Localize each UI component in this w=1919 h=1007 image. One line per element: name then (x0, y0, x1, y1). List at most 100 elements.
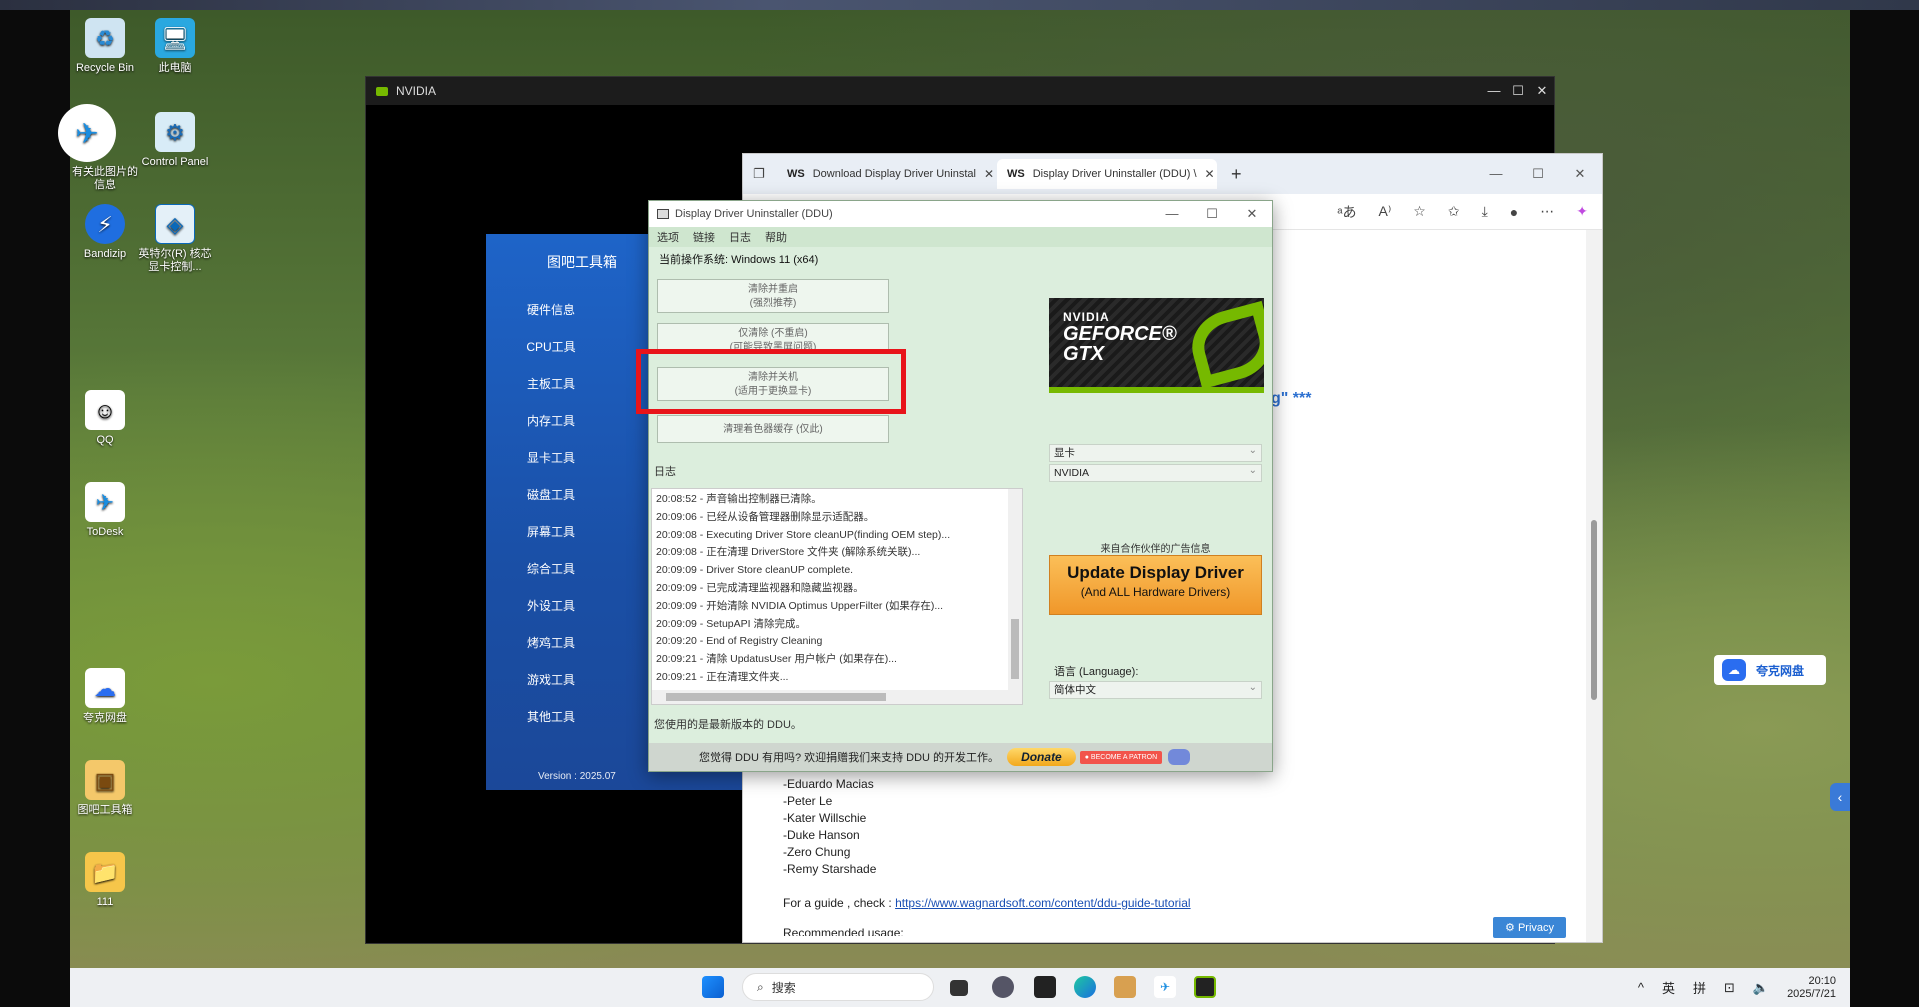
menu-links[interactable]: 链接 (693, 229, 715, 245)
more-menu-icon[interactable]: ⋯ (1540, 203, 1554, 220)
desktop-icon-recycle-bin[interactable]: ♻ Recycle Bin (67, 18, 143, 75)
tuba-menu-item[interactable]: 其他工具 (486, 699, 616, 736)
new-tab-icon[interactable]: + (1231, 164, 1242, 185)
translate-icon[interactable]: ᵃあ (1337, 202, 1356, 222)
edge-tab-strip: ❐ WS Download Display Driver Uninstal ✕ … (743, 154, 1602, 194)
credit-name: -Zero Chung (783, 845, 851, 859)
device-type-select[interactable]: 显卡 (1049, 443, 1262, 462)
clock[interactable]: 20:10 2025/7/21 (1787, 975, 1836, 1001)
log-line: 20:09:21 - 正在清理文件夹... (656, 670, 789, 683)
cloud-icon: ☁ (85, 668, 125, 708)
favorites-icon[interactable]: ✩ (1448, 203, 1460, 220)
scroll-thumb[interactable] (1011, 619, 1019, 679)
volume-icon[interactable]: 🔈 (1753, 980, 1769, 996)
patreon-button[interactable]: ● BECOME A PATRON (1079, 750, 1163, 764)
todesk-icon[interactable]: ✈ (1154, 976, 1176, 998)
maximize-icon[interactable]: ☐ (1526, 166, 1550, 182)
start-button-icon[interactable] (702, 976, 724, 998)
desktop-icon-control-panel[interactable]: ⚙ Control Panel (137, 112, 213, 169)
desktop-icon-image-info[interactable]: ✈ 有关此图片的信息 (58, 104, 143, 192)
close-tab-icon[interactable]: ✕ (1205, 167, 1215, 181)
search-icon: ⌕ (757, 979, 764, 994)
tuba-menu-item[interactable]: 主板工具 (486, 366, 616, 403)
settings-gear-icon[interactable] (992, 976, 1014, 998)
toolbox-icon[interactable] (1114, 976, 1136, 998)
privacy-button[interactable]: ⚙ Privacy (1493, 917, 1566, 938)
ime-english-indicator[interactable]: 英 (1662, 978, 1675, 997)
ddu-footer: 您觉得 DDU 有用吗? 欢迎捐赠我们来支持 DDU 的开发工作。 Donate… (649, 743, 1272, 771)
downloads-icon[interactable]: ⤓ (1482, 203, 1488, 220)
ime-pinyin-indicator[interactable]: 拼 (1693, 978, 1706, 997)
close-icon[interactable]: ✕ (1568, 166, 1592, 182)
monitor-icon: 🖥 (155, 18, 195, 58)
edge-scrollbar[interactable] (1586, 230, 1602, 942)
desktop-icon-qq[interactable]: ☺ QQ (67, 390, 143, 447)
read-aloud-icon[interactable]: A⁾ (1379, 203, 1392, 220)
log-horizontal-scrollbar[interactable] (652, 690, 1022, 704)
tuba-menu-item[interactable]: 综合工具 (486, 551, 616, 588)
tuba-menu-item[interactable]: 外设工具 (486, 588, 616, 625)
update-driver-ad-button[interactable]: Update Display Driver (And ALL Hardware … (1049, 555, 1262, 615)
discord-icon[interactable] (1168, 749, 1191, 765)
menu-options[interactable]: 选项 (657, 229, 679, 245)
language-label: 语言 (Language): (1054, 666, 1139, 678)
tab-actions-icon[interactable]: ❐ (753, 166, 777, 182)
guide-link[interactable]: https://www.wagnardsoft.com/content/ddu-… (895, 896, 1191, 910)
scroll-thumb[interactable] (666, 693, 886, 701)
donate-button[interactable]: Donate (1007, 748, 1076, 766)
taskbar-search[interactable]: ⌕ 搜索 (742, 973, 934, 1001)
tuba-menu-item[interactable]: 游戏工具 (486, 662, 616, 699)
edge-icon[interactable] (1074, 976, 1096, 998)
minimize-icon[interactable]: — (1484, 166, 1508, 182)
task-view-icon[interactable] (950, 980, 968, 996)
tuba-menu-item[interactable]: 显卡工具 (486, 440, 616, 477)
vendor-select[interactable]: NVIDIA (1049, 463, 1262, 482)
log-vertical-scrollbar[interactable] (1008, 489, 1022, 704)
copilot-icon[interactable]: ✦ (1576, 203, 1588, 220)
language-select[interactable]: 简体中文 (1049, 680, 1262, 699)
close-tab-icon[interactable]: ✕ (984, 167, 994, 181)
chevron-left-icon[interactable]: ‹ (1830, 783, 1850, 811)
tuba-menu-item[interactable]: 内存工具 (486, 403, 616, 440)
profile-avatar-icon[interactable]: ● (1510, 204, 1518, 220)
tuba-menu-item[interactable]: 烤鸡工具 (486, 625, 616, 662)
desktop-icon-this-pc[interactable]: 🖥 此电脑 (137, 18, 213, 75)
chevron-up-icon[interactable]: ^ (1638, 980, 1644, 995)
ddu-window: Display Driver Uninstaller (DDU) — ☐ ✕ 选… (648, 200, 1273, 772)
tuba-menu-item[interactable]: 屏幕工具 (486, 514, 616, 551)
quark-drive-float-button[interactable]: ☁ 夸克网盘 (1714, 655, 1826, 685)
close-icon[interactable]: ✕ (1232, 206, 1272, 222)
tuba-menu-item[interactable]: 磁盘工具 (486, 477, 616, 514)
tuba-menu-item[interactable]: CPU工具 (486, 329, 616, 366)
menu-help[interactable]: 帮助 (765, 229, 787, 245)
search-placeholder: 搜索 (771, 980, 796, 995)
desktop-icon-intel-graphics[interactable]: ◈ 英特尔(R) 核芯显卡控制... (137, 204, 213, 274)
desktop-icon-folder-111[interactable]: 📁 111 (67, 852, 143, 909)
close-icon[interactable]: ✕ (1530, 83, 1554, 99)
desktop-icon-label: Bandizip (83, 248, 127, 260)
tab-download-ddu[interactable]: WS Download Display Driver Uninstal ✕ (777, 159, 997, 189)
desktop-icon-bandizip[interactable]: ⚡ Bandizip (67, 204, 143, 261)
nvidia-window-title: NVIDIA (396, 84, 437, 98)
maximize-icon[interactable]: ☐ (1506, 83, 1530, 99)
log-box[interactable]: 20:08:52 - 声音输出控制器已清除。 20:09:06 - 已经从设备管… (651, 488, 1023, 705)
tab-ddu[interactable]: WS Display Driver Uninstaller (DDU) \ ✕ (997, 159, 1217, 189)
minimize-icon[interactable]: — (1482, 83, 1506, 99)
desktop-icon-quark-drive[interactable]: ☁ 夸克网盘 (67, 668, 143, 725)
desktop-icon-label: 图吧工具箱 (77, 804, 133, 816)
tuba-menu-item[interactable]: 硬件信息 (486, 292, 616, 329)
clean-shader-cache-button[interactable]: 清理着色器缓存 (仅此) (657, 415, 889, 443)
desktop-icon-todesk[interactable]: ✈ ToDesk (67, 482, 143, 539)
maximize-icon[interactable]: ☐ (1192, 206, 1232, 222)
clean-and-restart-button[interactable]: 清除并重启 (强烈推荐) (657, 279, 889, 313)
terminal-icon[interactable] (1034, 976, 1056, 998)
toolbox-icon: ▣ (85, 760, 125, 800)
minimize-icon[interactable]: — (1152, 206, 1192, 222)
network-icon[interactable]: ⊡ (1724, 980, 1735, 996)
scroll-thumb[interactable] (1591, 520, 1597, 700)
nvidia-app-icon[interactable] (1194, 976, 1216, 998)
desktop-icon-tuba-toolbox[interactable]: ▣ 图吧工具箱 (67, 760, 143, 817)
menu-logs[interactable]: 日志 (729, 229, 751, 245)
favorite-star-icon[interactable]: ☆ (1413, 203, 1426, 220)
bandizip-icon: ⚡ (85, 204, 125, 244)
